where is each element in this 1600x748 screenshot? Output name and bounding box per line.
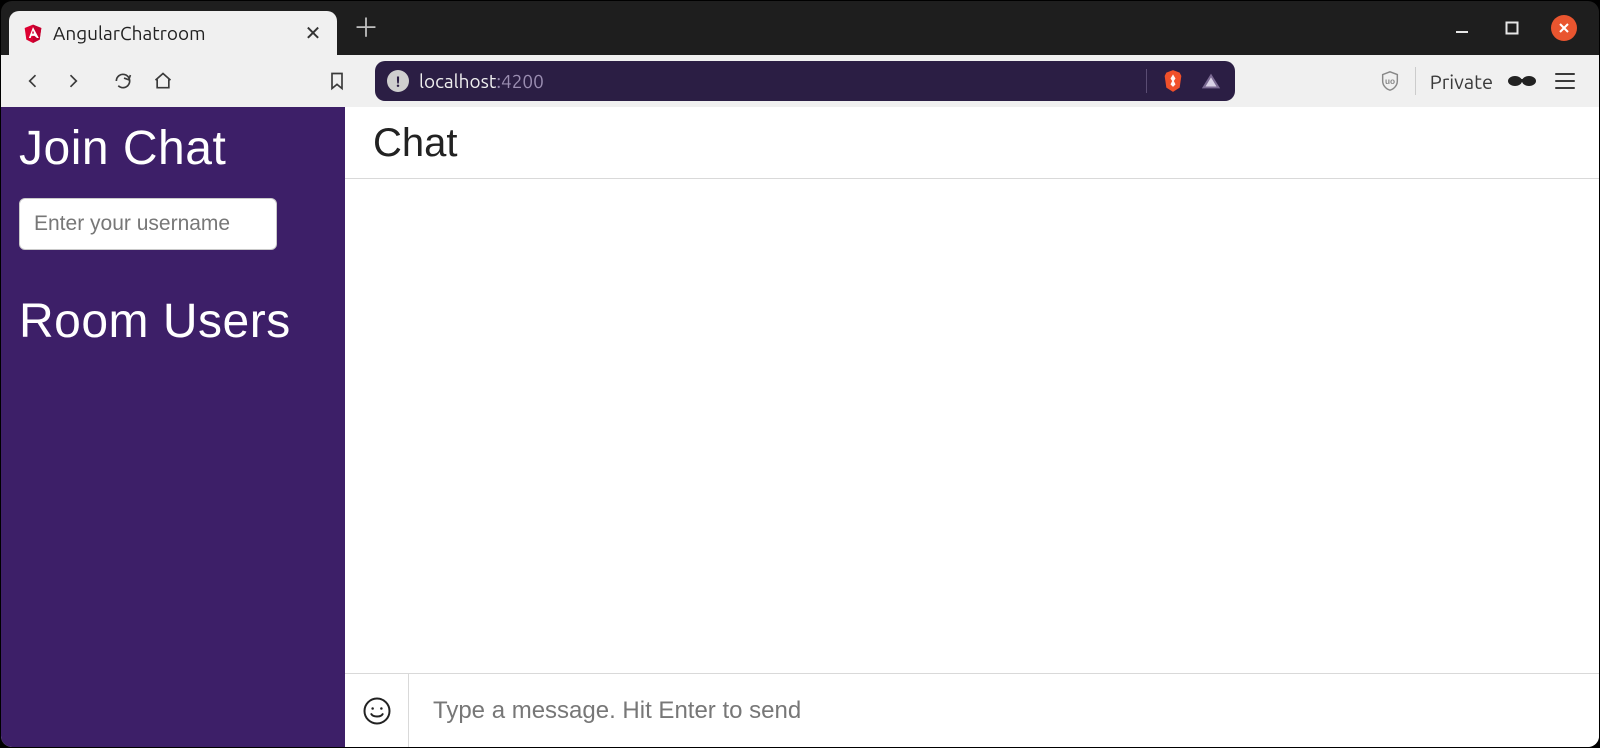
angular-favicon-icon [23,23,43,43]
page-content: Join Chat Room Users Chat [1,107,1599,747]
room-users-heading: Room Users [19,294,327,349]
chat-heading: Chat [373,121,1571,166]
address-bar-right [1146,69,1223,93]
username-input[interactable] [19,198,277,250]
bookmark-button[interactable] [319,63,355,99]
close-window-button[interactable] [1551,15,1577,41]
svg-text:uo: uo [1385,77,1395,86]
basic-attention-icon[interactable] [1199,69,1223,93]
private-mode-label: Private [1430,70,1493,93]
window-controls [1429,15,1599,41]
chat-header: Chat [345,107,1599,179]
menu-button[interactable] [1551,73,1579,89]
chat-input-row [345,673,1599,747]
titlebar: AngularChatroom ✕ ＋ [1,1,1599,55]
tab-strip: AngularChatroom ✕ [1,1,337,55]
new-tab-button[interactable]: ＋ [337,15,395,41]
tab-close-icon[interactable]: ✕ [303,23,323,43]
tab-title: AngularChatroom [53,22,293,44]
address-bar[interactable]: ! localhost:4200 [375,61,1235,101]
site-info-icon[interactable]: ! [387,70,409,92]
minimize-button[interactable] [1451,17,1473,39]
message-input[interactable] [409,674,1599,747]
url-host: localhost:4200 [419,70,544,92]
browser-tab[interactable]: AngularChatroom ✕ [9,11,337,55]
toolbar-separator [1415,67,1416,95]
back-button[interactable] [15,63,51,99]
browser-window: AngularChatroom ✕ ＋ [0,0,1600,748]
sidebar: Join Chat Room Users [1,107,345,747]
emoji-picker-button[interactable] [345,674,409,747]
join-chat-heading: Join Chat [19,121,327,176]
ublock-icon[interactable]: uo [1379,70,1401,92]
brave-shield-icon[interactable] [1161,69,1185,93]
chat-messages-area [345,179,1599,673]
sunglasses-icon [1507,69,1537,94]
browser-toolbar: ! localhost:4200 [1,55,1599,107]
reload-button[interactable] [105,63,141,99]
forward-button[interactable] [55,63,91,99]
home-button[interactable] [145,63,181,99]
toolbar-right: uo Private [1379,67,1585,95]
main-area: Chat [345,107,1599,747]
maximize-button[interactable] [1501,17,1523,39]
